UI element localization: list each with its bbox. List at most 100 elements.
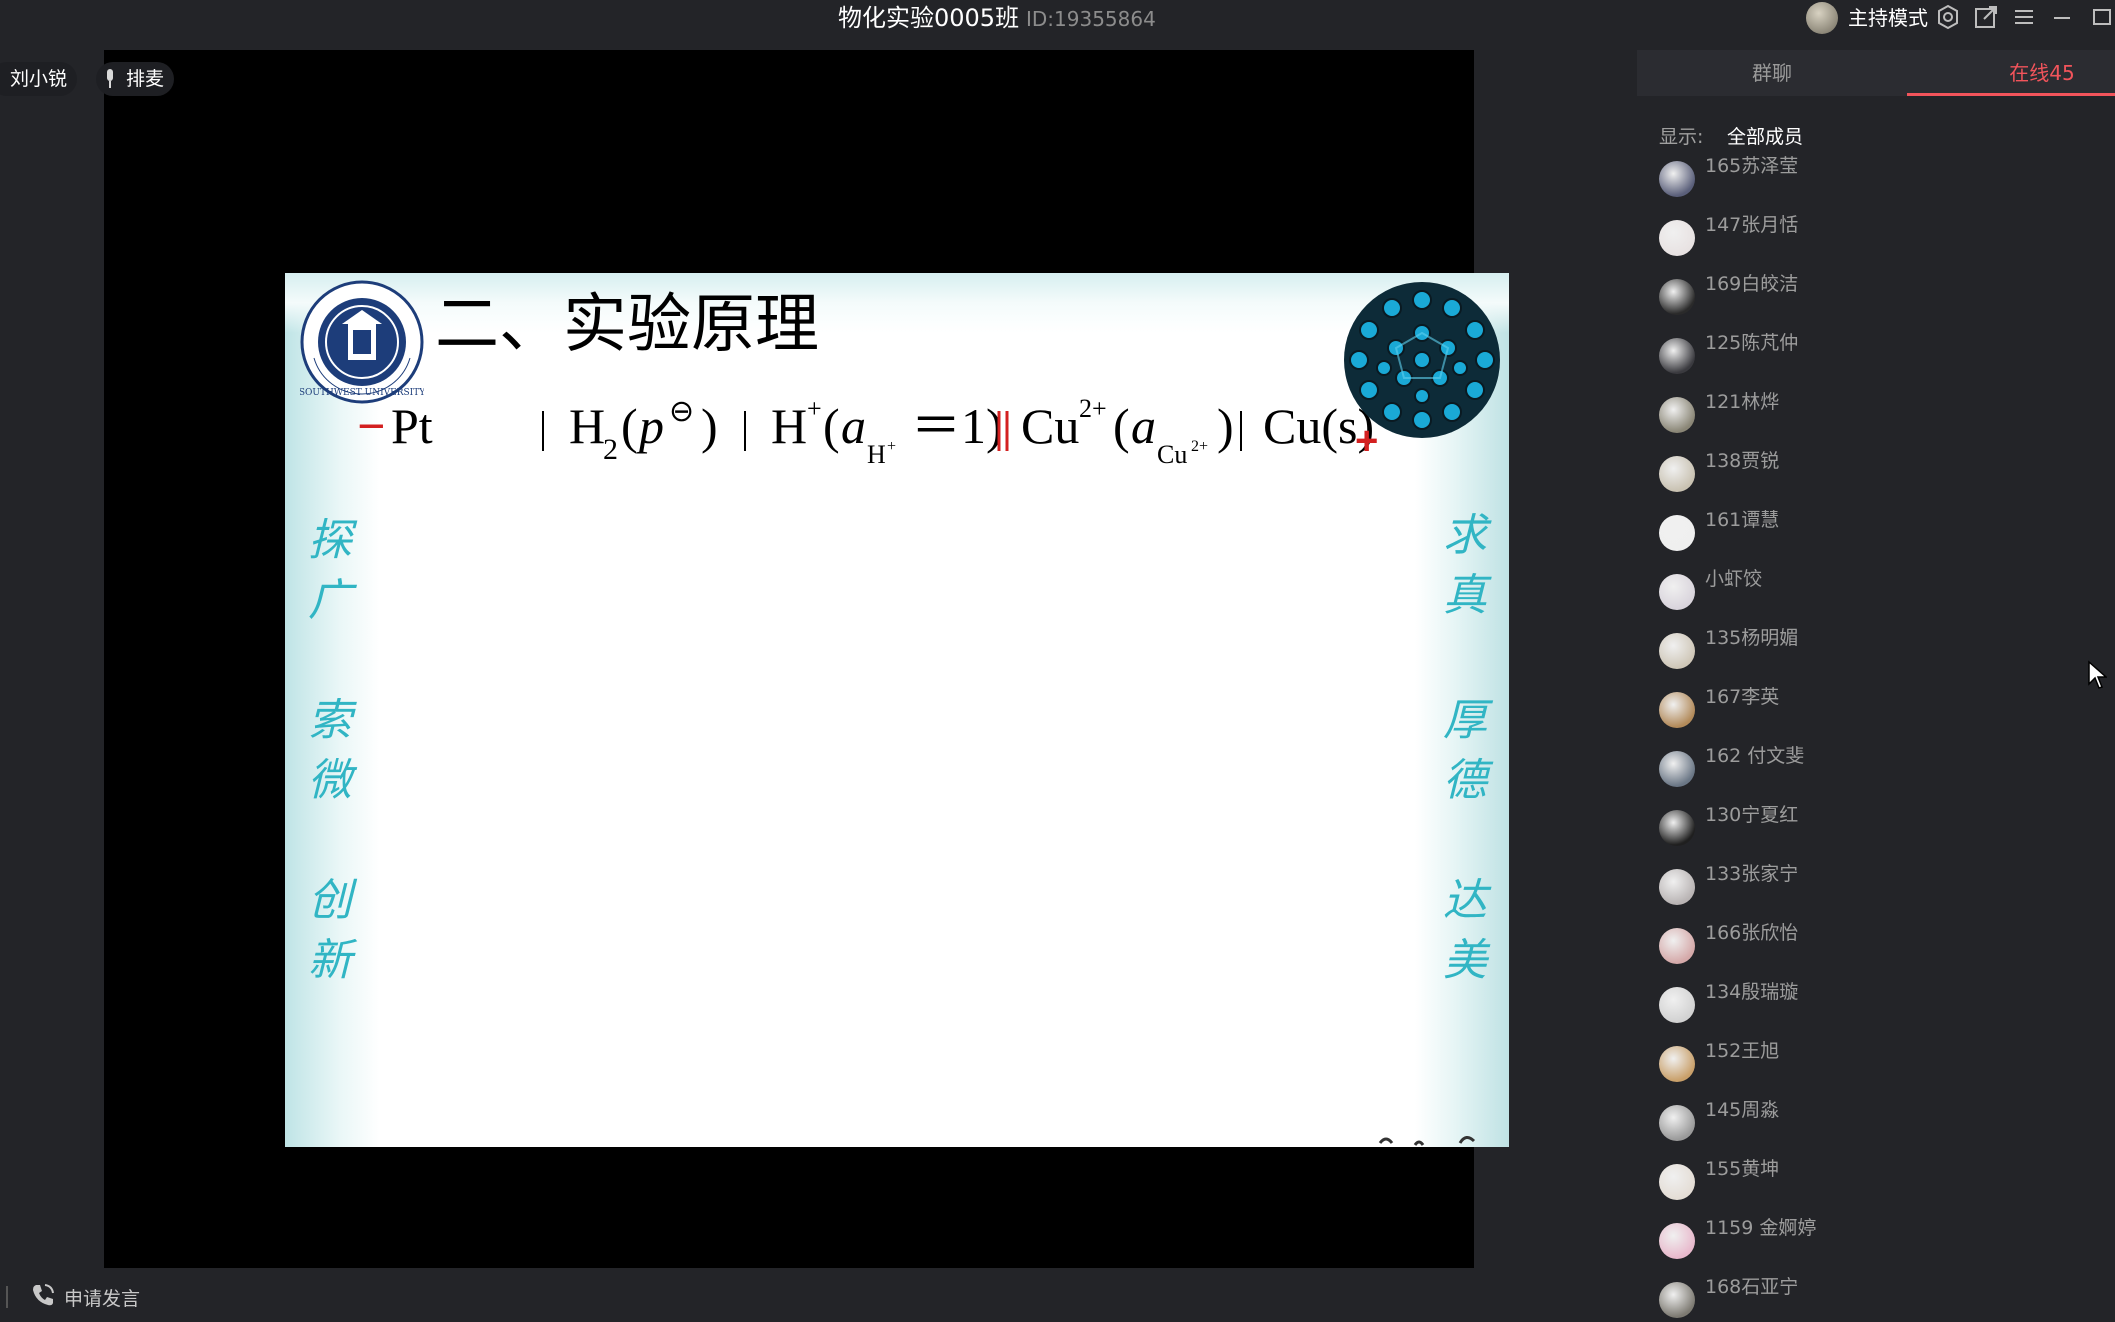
microphone-icon <box>107 69 113 88</box>
host-mode-label[interactable]: 主持模式 <box>1848 4 1928 32</box>
svg-text:−: − <box>357 398 386 454</box>
maximize-icon[interactable] <box>2086 4 2114 32</box>
motto-char: 德 <box>1443 755 1487 806</box>
motto-char: 微 <box>308 755 352 806</box>
member-avatar <box>1659 1164 1695 1200</box>
svg-text:Pt: Pt <box>391 398 433 454</box>
phone-icon[interactable] <box>30 1282 56 1308</box>
motto-char: 新 <box>308 935 352 986</box>
motto-char: 求 <box>1443 510 1487 561</box>
svg-text:Cu: Cu <box>1157 440 1187 469</box>
svg-text:(: ( <box>1113 398 1130 454</box>
svg-text:(: ( <box>621 398 638 454</box>
share-out-icon[interactable] <box>1972 4 2000 32</box>
svg-text:p: p <box>636 398 664 454</box>
member-row[interactable]: 167李英 <box>1637 676 2115 735</box>
member-row[interactable]: 1159 金婀婷 <box>1637 1207 2115 1266</box>
minimize-icon[interactable] <box>2048 4 2076 32</box>
member-row[interactable]: 152王旭 <box>1637 1030 2115 1089</box>
member-row[interactable]: 166张欣怡 <box>1637 912 2115 971</box>
svg-text:⊖: ⊖ <box>669 395 694 428</box>
member-avatar <box>1659 456 1695 492</box>
member-name: 121林烨 <box>1705 391 1780 413</box>
motto-char: 美 <box>1443 935 1487 986</box>
member-name: 小虾饺 <box>1705 568 1763 590</box>
shared-screen-video: SOUTHWEST UNIVERSITY 二、实验原理 − Pt H 2 ( p… <box>104 50 1509 1268</box>
member-row[interactable]: 165苏泽莹 <box>1637 145 2115 204</box>
member-name: 147张月恬 <box>1705 214 1799 236</box>
slide-title: 二、实验原理 <box>435 288 819 362</box>
presentation-slide: SOUTHWEST UNIVERSITY 二、实验原理 − Pt H 2 ( p… <box>285 273 1509 1147</box>
presenter-name-badge: 刘小锐 <box>0 62 78 96</box>
tab-online[interactable]: 在线45 <box>1907 50 2115 96</box>
settings-icon[interactable] <box>1934 4 1962 32</box>
slide-footer-mark <box>1378 1136 1476 1146</box>
title-bar: 物化实验0005班 ID:19355864 主持模式 <box>0 0 2115 50</box>
member-row[interactable]: 121林烨 <box>1637 381 2115 440</box>
member-row[interactable]: 162 付文斐 <box>1637 735 2115 794</box>
member-avatar <box>1659 338 1695 374</box>
request-speak-button[interactable]: 申请发言 <box>64 1284 140 1311</box>
tab-group-chat[interactable]: 群聊 <box>1637 50 1907 96</box>
svg-text:): ) <box>701 398 718 454</box>
svg-text:a: a <box>1131 398 1156 454</box>
member-row[interactable]: 168石亚宁 <box>1637 1266 2115 1322</box>
member-avatar <box>1659 1223 1695 1259</box>
motto-char: 创 <box>308 875 352 926</box>
member-avatar <box>1659 1282 1695 1318</box>
motto-char: 探 <box>308 515 352 566</box>
member-row[interactable]: 161谭慧 <box>1637 499 2115 558</box>
member-name: 130宁夏红 <box>1705 804 1799 826</box>
member-name: 145周淼 <box>1705 1099 1780 1121</box>
member-name: 152王旭 <box>1705 1040 1780 1062</box>
host-avatar[interactable] <box>1806 2 1838 34</box>
svg-text:＝1): ＝1) <box>911 398 1003 454</box>
bottom-bar <box>0 1268 1637 1322</box>
svg-text:2+: 2+ <box>1191 438 1208 455</box>
member-row[interactable]: 145周淼 <box>1637 1089 2115 1148</box>
member-name: 133张家宁 <box>1705 863 1799 885</box>
window-title: 物化实验0005班 <box>838 4 1020 32</box>
member-name: 134殷瑞璇 <box>1705 981 1799 1003</box>
member-avatar <box>1659 161 1695 197</box>
member-name: 138贾锐 <box>1705 450 1780 472</box>
member-name: 135杨明媚 <box>1705 627 1799 649</box>
member-row[interactable]: 134殷瑞璇 <box>1637 971 2115 1030</box>
member-row[interactable]: 155黄坤 <box>1637 1148 2115 1207</box>
svg-text:H: H <box>569 398 605 454</box>
member-row[interactable]: 133张家宁 <box>1637 853 2115 912</box>
mouse-cursor-icon <box>2088 660 2107 689</box>
motto-char: 真 <box>1443 570 1487 621</box>
fullerene-icon <box>1344 282 1500 438</box>
menu-icon[interactable] <box>2010 4 2038 32</box>
member-row[interactable]: 小虾饺 <box>1637 558 2115 617</box>
svg-text:+: + <box>887 438 896 455</box>
member-row[interactable]: 130宁夏红 <box>1637 794 2115 853</box>
member-name: 161谭慧 <box>1705 509 1780 531</box>
member-avatar <box>1659 987 1695 1023</box>
participants-panel: 群聊 在线45 显示: 全部成员 165苏泽莹 147张月恬 169白皎洁 125陈芃… <box>1637 50 2115 1322</box>
member-name: 162 付文斐 <box>1705 745 1805 767</box>
member-avatar <box>1659 515 1695 551</box>
mic-queue-label: 排麦 <box>126 68 165 90</box>
member-avatar <box>1659 928 1695 964</box>
university-logo-icon: SOUTHWEST UNIVERSITY <box>300 280 424 404</box>
member-row[interactable]: 125陈芃仲 <box>1637 322 2115 381</box>
member-row[interactable]: 169白皎洁 <box>1637 263 2115 322</box>
cell-notation-formula: − Pt H 2 ( p ⊖ ) H + ( a H + ＝1) Cu 2+ (… <box>357 394 1374 469</box>
motto-char: 达 <box>1443 875 1487 926</box>
svg-text:H: H <box>771 398 807 454</box>
svg-text:Cu: Cu <box>1021 398 1079 454</box>
member-avatar <box>1659 692 1695 728</box>
mic-queue-button[interactable]: 排麦 <box>96 62 175 96</box>
presenter-name: 刘小锐 <box>10 68 68 90</box>
member-row[interactable]: 147张月恬 <box>1637 204 2115 263</box>
member-avatar <box>1659 751 1695 787</box>
svg-text:2+: 2+ <box>1079 394 1107 423</box>
member-avatar <box>1659 574 1695 610</box>
member-row[interactable]: 135杨明媚 <box>1637 617 2115 676</box>
member-name: 1159 金婀婷 <box>1705 1217 1817 1239</box>
member-row[interactable]: 138贾锐 <box>1637 440 2115 499</box>
svg-text:2: 2 <box>603 433 618 466</box>
svg-text:H: H <box>867 440 886 469</box>
